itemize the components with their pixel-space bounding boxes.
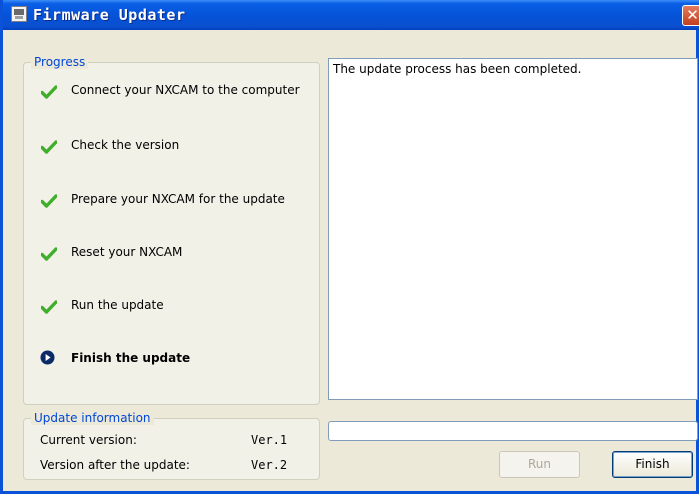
finish-button[interactable]: Finish: [612, 451, 693, 478]
arrow-right-circle-icon: [40, 350, 55, 365]
update-information-group: Update information Current version: Ver.…: [23, 411, 320, 480]
progress-group: Progress Connect your NXCAM to the compu…: [23, 55, 320, 405]
check-icon: [41, 300, 57, 314]
version-after-value: Ver.2: [251, 458, 288, 472]
run-button[interactable]: Run: [499, 451, 580, 478]
status-log[interactable]: The update process has been completed.: [328, 58, 698, 400]
current-version-value: Ver.1: [251, 433, 288, 447]
step-label: Prepare your NXCAM for the update: [71, 192, 285, 206]
close-button[interactable]: ✕: [682, 5, 699, 26]
firmware-updater-window: Firmware Updater ✕ Progress Connect your…: [0, 0, 699, 494]
update-info-legend: Update information: [31, 411, 154, 425]
status-message: The update process has been completed.: [333, 62, 582, 76]
check-icon: [41, 247, 57, 261]
app-icon: [11, 6, 27, 22]
close-icon: ✕: [686, 6, 699, 24]
current-version-label: Current version:: [40, 433, 137, 447]
check-icon: [41, 194, 57, 208]
step-label: Connect your NXCAM to the computer: [71, 83, 300, 97]
window-title: Firmware Updater: [33, 6, 186, 24]
title-bar[interactable]: Firmware Updater ✕: [3, 0, 699, 30]
step-label: Run the update: [71, 298, 164, 312]
step-label: Finish the update: [71, 351, 191, 365]
check-icon: [41, 85, 57, 99]
progress-legend: Progress: [31, 55, 89, 69]
version-after-label: Version after the update:: [40, 458, 190, 472]
check-icon: [41, 140, 57, 154]
step-label: Check the version: [71, 138, 180, 152]
progress-bar: [328, 421, 698, 441]
step-label: Reset your NXCAM: [71, 245, 183, 259]
